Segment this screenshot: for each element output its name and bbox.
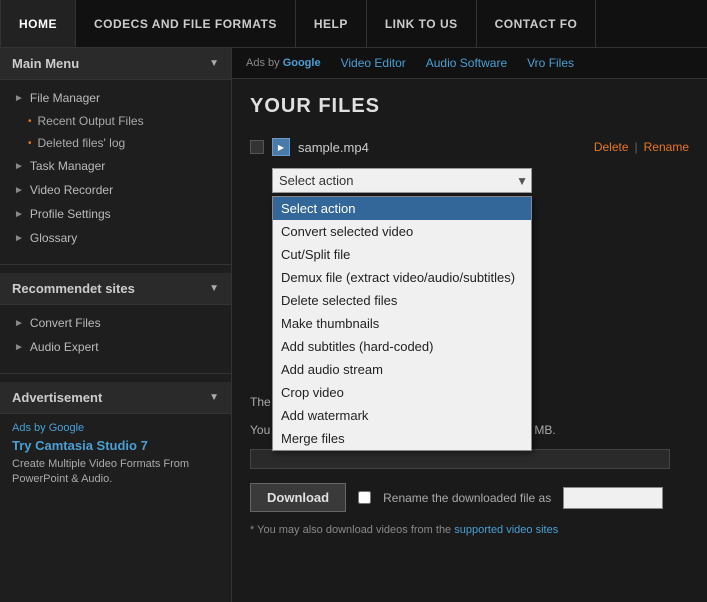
dropdown-item-merge-files[interactable]: Merge files — [273, 427, 531, 450]
file-actions: Delete | Rename — [594, 140, 689, 154]
advertisement-arrow-icon: ▼ — [209, 392, 219, 403]
nav-home[interactable]: HOME — [0, 0, 76, 47]
dropdown-item-demux[interactable]: Demux file (extract video/audio/subtitle… — [273, 266, 531, 289]
nav-help[interactable]: HELP — [296, 0, 367, 47]
sidebar-item-video-recorder[interactable]: ► Video Recorder — [0, 178, 231, 202]
upload-progress-bar — [250, 449, 670, 469]
sidebar-item-label: Convert Files — [30, 316, 101, 330]
download-button[interactable]: Download — [250, 483, 346, 512]
bullet-icon: • — [28, 116, 32, 127]
supported-sites-text: * You may also download videos from the — [250, 524, 451, 536]
sidebar-item-file-manager[interactable]: ► File Manager — [0, 86, 231, 110]
upload-area — [250, 449, 689, 469]
arrow-right-icon: ► — [14, 161, 24, 172]
sidebar-item-deleted-files[interactable]: • Deleted files' log — [0, 132, 231, 154]
files-content: YOUR FILES ▶ sample.mp4 Delete | Rename … — [232, 79, 707, 552]
dropdown-menu: Select action Convert selected video Cut… — [272, 196, 532, 451]
bullet-icon: • — [28, 138, 32, 149]
page-title: YOUR FILES — [250, 95, 689, 118]
ads-bar: Ads by Google Video Editor Audio Softwar… — [232, 48, 707, 79]
download-area: Download Rename the downloaded file as — [250, 483, 689, 512]
ads-link-audio-software[interactable]: Audio Software — [426, 56, 507, 70]
top-navigation: HOME CODECS AND FILE FORMATS HELP LINK T… — [0, 0, 707, 48]
main-menu-arrow-icon: ▼ — [209, 58, 219, 69]
advertisement-label: Advertisement — [12, 390, 102, 405]
rename-label: Rename the downloaded file as — [383, 491, 551, 505]
sidebar-item-profile-settings[interactable]: ► Profile Settings — [0, 202, 231, 226]
main-layout: Main Menu ▼ ► File Manager • Recent Outp… — [0, 48, 707, 602]
dropdown-item-convert-video[interactable]: Convert selected video — [273, 220, 531, 243]
select-action-display[interactable]: Select action — [272, 168, 532, 193]
nav-contact[interactable]: CONTACT FO — [477, 0, 597, 47]
file-checkbox[interactable] — [250, 140, 264, 154]
sidebar-main-menu-header[interactable]: Main Menu ▼ — [0, 48, 231, 80]
sidebar-item-audio-expert[interactable]: ► Audio Expert — [0, 335, 231, 359]
ads-by-label: Ads by Google — [12, 422, 219, 434]
sidebar-recommended-menu: ► Convert Files ► Audio Expert — [0, 305, 231, 365]
sidebar-item-label: Task Manager — [30, 159, 105, 173]
sidebar-item-glossary[interactable]: ► Glossary — [0, 226, 231, 250]
select-wrapper: Select action ▼ — [272, 168, 532, 193]
sidebar-item-convert-files[interactable]: ► Convert Files — [0, 311, 231, 335]
dropdown-item-add-audio[interactable]: Add audio stream — [273, 358, 531, 381]
delete-link[interactable]: Delete — [594, 140, 629, 154]
action-separator: | — [635, 140, 638, 154]
ad-body: Create Multiple Video Formats From Power… — [12, 457, 219, 488]
dropdown-item-cut-split[interactable]: Cut/Split file — [273, 243, 531, 266]
rename-link[interactable]: Rename — [644, 140, 689, 154]
dropdown-item-make-thumbnails[interactable]: Make thumbnails — [273, 312, 531, 335]
recommended-arrow-icon: ▼ — [209, 283, 219, 294]
dropdown-item-add-subtitles[interactable]: Add subtitles (hard-coded) — [273, 335, 531, 358]
ads-link-video-editor[interactable]: Video Editor — [341, 56, 406, 70]
arrow-right-icon: ► — [14, 185, 24, 196]
content-area: Ads by Google Video Editor Audio Softwar… — [232, 48, 707, 602]
advertisement-section: Ads by Google Try Camtasia Studio 7 Crea… — [0, 414, 231, 496]
divider — [0, 373, 231, 374]
dropdown-item-delete-files[interactable]: Delete selected files — [273, 289, 531, 312]
sidebar-item-recent-output[interactable]: • Recent Output Files — [0, 110, 231, 132]
sidebar-item-task-manager[interactable]: ► Task Manager — [0, 154, 231, 178]
ad-title[interactable]: Try Camtasia Studio 7 — [12, 438, 219, 453]
arrow-right-icon: ► — [14, 342, 24, 353]
dropdown-item-select-action[interactable]: Select action — [273, 197, 531, 220]
nav-link-to-us[interactable]: LINK TO US — [367, 0, 477, 47]
arrow-right-icon: ► — [14, 233, 24, 244]
sidebar-item-label: Audio Expert — [30, 340, 99, 354]
file-name: sample.mp4 — [298, 140, 586, 155]
sidebar-recommended-header[interactable]: Recommendet sites ▼ — [0, 273, 231, 305]
supported-sites-row: * You may also download videos from the … — [250, 524, 689, 536]
action-dropdown-section: Select action ▼ Select action Convert se… — [272, 168, 689, 193]
ads-link-vro-files[interactable]: Vro Files — [527, 56, 574, 70]
arrow-right-icon: ► — [14, 318, 24, 329]
rename-checkbox[interactable] — [358, 491, 371, 504]
dropdown-item-add-watermark[interactable]: Add watermark — [273, 404, 531, 427]
sidebar-item-label: Profile Settings — [30, 207, 111, 221]
sidebar: Main Menu ▼ ► File Manager • Recent Outp… — [0, 48, 232, 602]
recommended-label: Recommendet sites — [12, 281, 135, 296]
nav-codecs[interactable]: CODECS AND FILE FORMATS — [76, 0, 296, 47]
sidebar-item-label: Glossary — [30, 231, 77, 245]
arrow-right-icon: ► — [14, 209, 24, 220]
sidebar-item-label: Deleted files' log — [38, 136, 126, 150]
divider — [0, 264, 231, 265]
arrow-right-icon: ► — [14, 93, 24, 104]
sidebar-item-label: Video Recorder — [30, 183, 113, 197]
sidebar-item-label: Recent Output Files — [38, 114, 144, 128]
sidebar-item-label: File Manager — [30, 91, 100, 105]
supported-sites-link[interactable]: supported video sites — [454, 524, 558, 536]
ads-by-google: Ads by Google — [246, 57, 321, 69]
rename-input[interactable] — [563, 487, 663, 509]
sidebar-advertisement-header[interactable]: Advertisement ▼ — [0, 382, 231, 414]
dropdown-item-crop-video[interactable]: Crop video — [273, 381, 531, 404]
main-menu-label: Main Menu — [12, 56, 79, 71]
file-row: ▶ sample.mp4 Delete | Rename — [250, 138, 689, 156]
sidebar-main-menu: ► File Manager • Recent Output Files • D… — [0, 80, 231, 256]
file-type-icon: ▶ — [272, 138, 290, 156]
